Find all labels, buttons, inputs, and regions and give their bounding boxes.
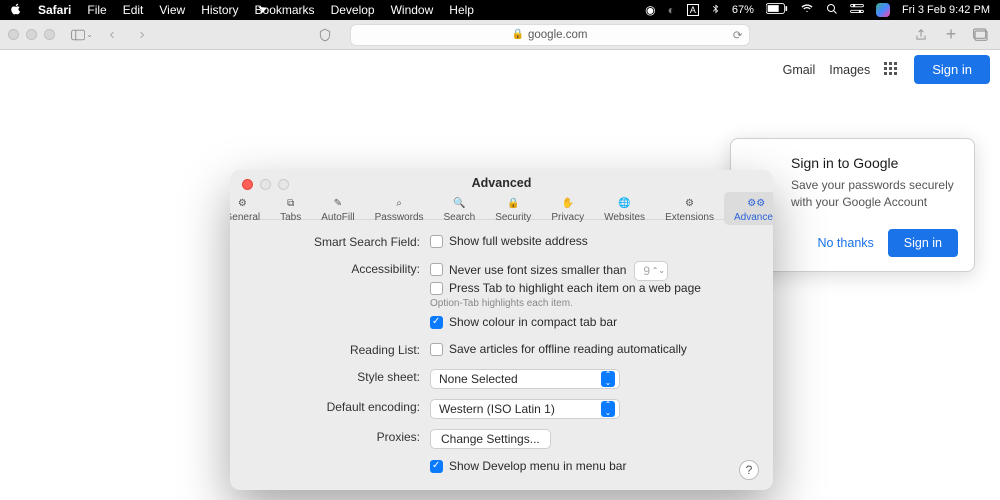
search-icon: 🔍	[453, 194, 465, 212]
share-icon[interactable]	[910, 24, 932, 46]
menu-view[interactable]: View	[159, 3, 185, 17]
stylesheet-select[interactable]: None Selected⌃⌄	[430, 369, 620, 389]
new-tab-icon[interactable]: +	[940, 24, 962, 46]
safari-toolbar: ⌄ ‹ › 🔒 google.com ⟳ +	[0, 20, 1000, 50]
offline-reading-checkbox[interactable]: Save articles for offline reading automa…	[430, 342, 687, 356]
proxies-label: Proxies:	[260, 429, 430, 444]
nav-forward-icon[interactable]: ›	[131, 24, 153, 46]
menu-file[interactable]: File	[87, 3, 106, 17]
tabs-icon: ⧉	[287, 194, 294, 212]
input-source-icon[interactable]: A	[687, 4, 699, 16]
hand-icon: ✋	[561, 194, 573, 212]
gmail-link[interactable]: Gmail	[783, 63, 816, 77]
min-font-size-checkbox[interactable]: Never use font sizes smaller than	[430, 263, 626, 277]
chevron-updown-icon: ⌃⌄	[601, 401, 615, 417]
menu-edit[interactable]: Edit	[123, 3, 144, 17]
menu-window[interactable]: Window	[391, 3, 434, 17]
chevron-updown-icon: ⌃⌄	[601, 371, 615, 387]
safari-preferences-window: Advanced ⚙General ⧉Tabs ✎AutoFill ⌕Passw…	[230, 170, 773, 490]
siri-icon[interactable]	[876, 3, 890, 17]
globe-icon: 🌐	[618, 194, 630, 212]
gear-icon: ⚙	[238, 194, 247, 212]
reload-icon[interactable]: ⟳	[733, 28, 743, 42]
puzzle-icon: ⚙	[685, 194, 694, 212]
lock-icon: 🔒	[507, 194, 519, 212]
help-button[interactable]: ?	[739, 460, 759, 480]
change-proxies-button[interactable]: Change Settings...	[430, 429, 551, 449]
press-tab-checkbox[interactable]: Press Tab to highlight each item on a we…	[430, 281, 701, 295]
stylesheet-label: Style sheet:	[260, 369, 430, 384]
bluetooth-icon[interactable]	[711, 3, 720, 18]
popover-signin-button[interactable]: Sign in	[888, 229, 958, 257]
control-center-icon[interactable]	[850, 3, 864, 17]
key-icon: ⌕	[396, 194, 402, 212]
tab-overview-icon[interactable]	[970, 24, 992, 46]
sidebar-toggle-icon[interactable]: ⌄	[71, 24, 93, 46]
battery-icon[interactable]	[766, 3, 788, 17]
privacy-report-icon[interactable]	[314, 24, 336, 46]
gears-icon: ⚙⚙	[747, 194, 765, 212]
option-tab-hint: Option-Tab highlights each item.	[430, 298, 743, 309]
nav-back-icon[interactable]: ‹	[101, 24, 123, 46]
active-app-name[interactable]: Safari	[38, 3, 71, 17]
apple-logo-icon[interactable]	[10, 3, 22, 18]
spotlight-icon[interactable]	[826, 3, 838, 18]
encoding-label: Default encoding:	[260, 399, 430, 414]
smart-search-label: Smart Search Field:	[260, 234, 430, 249]
show-colour-checkbox[interactable]: Show colour in compact tab bar	[430, 315, 617, 329]
pencil-icon: ✎	[334, 194, 342, 212]
images-link[interactable]: Images	[829, 63, 870, 77]
encoding-select[interactable]: Western (ISO Latin 1)⌃⌄	[430, 399, 620, 419]
minimize-window-icon[interactable]	[26, 29, 37, 40]
google-signin-button[interactable]: Sign in	[914, 55, 990, 84]
fullscreen-window-icon[interactable]	[44, 29, 55, 40]
close-window-icon[interactable]	[8, 29, 19, 40]
font-size-select[interactable]: 9⌃⌄	[634, 261, 668, 281]
dnd-icon[interactable]: ◐	[668, 3, 675, 17]
menu-bookmarks[interactable]: Bookmarks	[255, 3, 315, 17]
show-full-url-checkbox[interactable]: Show full website address	[430, 234, 588, 248]
menu-help[interactable]: Help	[449, 3, 474, 17]
lock-icon: 🔒	[512, 29, 524, 40]
url-bar[interactable]: 🔒 google.com ⟳	[350, 24, 750, 46]
google-apps-icon[interactable]	[884, 62, 900, 78]
popover-body: Save your passwords securely with your G…	[791, 177, 958, 211]
menu-history[interactable]: History	[201, 3, 238, 17]
popover-title: Sign in to Google	[791, 155, 958, 171]
wifi-icon[interactable]	[800, 3, 814, 17]
macos-menubar: Safari File Edit View History Bookmarks …	[0, 0, 1000, 20]
clock[interactable]: Fri 3 Feb 9:42 PM	[902, 4, 990, 16]
prefs-title: Advanced	[230, 176, 773, 190]
google-header-links: Gmail Images Sign in	[783, 55, 990, 84]
url-host: google.com	[528, 29, 587, 41]
screen-record-icon[interactable]: ◉	[645, 3, 655, 17]
battery-percentage: 67%	[732, 4, 754, 16]
chevron-updown-icon: ⌃⌄	[653, 263, 663, 279]
menu-develop[interactable]: Develop	[331, 3, 375, 17]
show-develop-checkbox[interactable]: Show Develop menu in menu bar	[430, 459, 626, 473]
reading-list-label: Reading List:	[260, 342, 430, 357]
window-traffic-lights[interactable]	[8, 29, 55, 40]
accessibility-label: Accessibility:	[260, 261, 430, 276]
no-thanks-button[interactable]: No thanks	[817, 236, 873, 250]
